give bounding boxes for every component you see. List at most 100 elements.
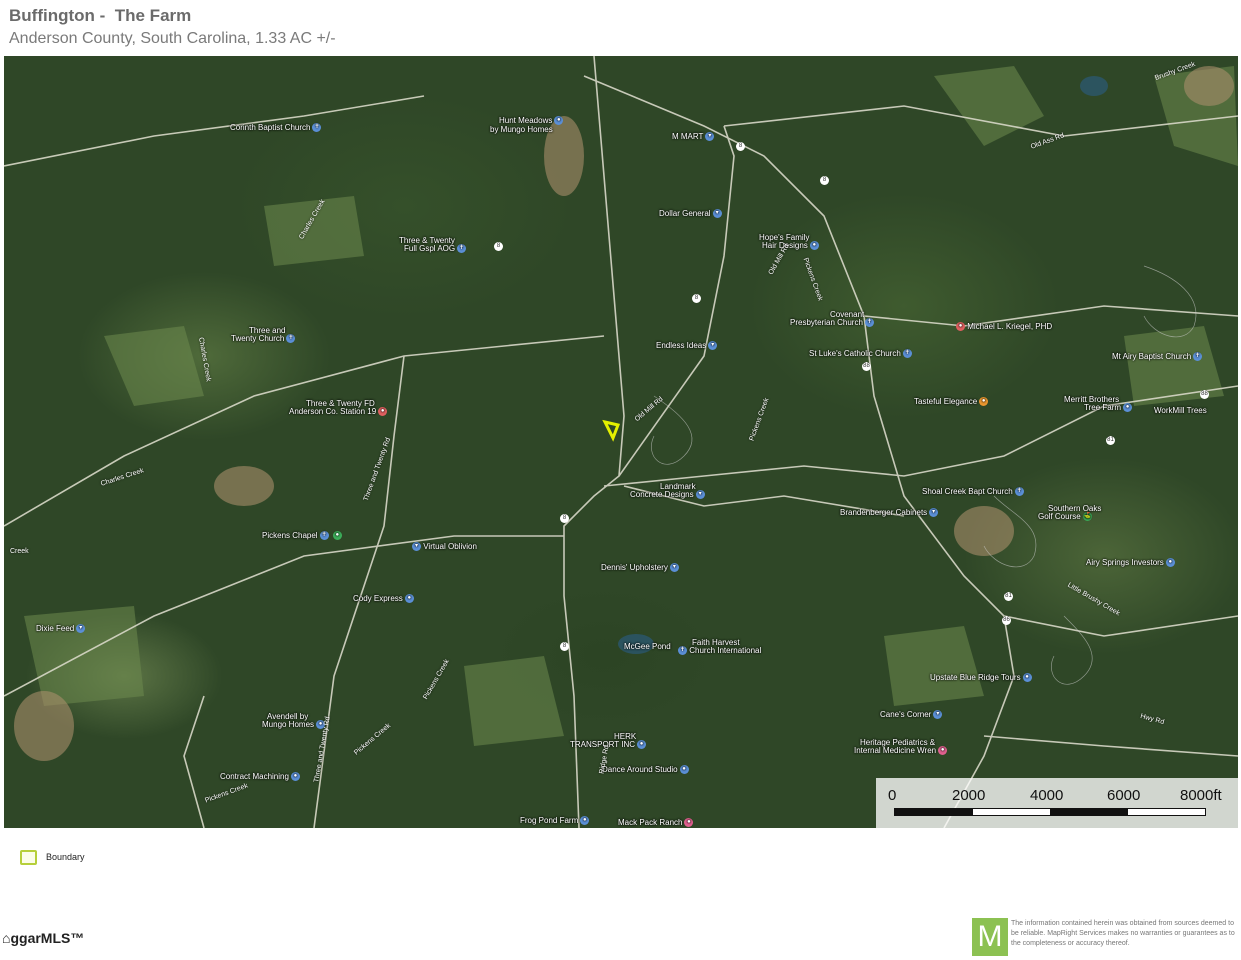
road — [1003, 615, 1238, 637]
poi-airy-springs[interactable]: Airy Springs Investors ● — [1086, 558, 1175, 568]
mls-logo-text: ggarMLS™ — [10, 930, 85, 946]
food-icon: ● — [979, 397, 989, 407]
poi-workmill-trees[interactable]: WorkMill Trees — [1154, 406, 1207, 415]
field-patch — [24, 606, 144, 706]
field-patch — [1124, 326, 1224, 406]
poi-label: Michael L. Kriegel, PHD — [967, 322, 1053, 331]
poi-label: Golf Course — [1038, 512, 1081, 521]
poi-label: Tasteful Elegance — [914, 397, 978, 406]
poi-mack-pack-ranch[interactable]: Mack Pack Ranch ● — [618, 818, 694, 828]
poi-label: St Luke's Catholic Church — [809, 349, 901, 358]
church-icon: ✝ — [1014, 487, 1024, 497]
boundary-swatch-icon — [20, 850, 37, 865]
field-patch — [264, 196, 364, 266]
aerial-map[interactable]: Corinth Baptist Church ✝ Hunt Meadows ● by… — [4, 56, 1238, 828]
poi-cody-express[interactable]: Cody Express ● — [353, 594, 414, 604]
poi-st-lukes[interactable]: St Luke's Catholic Church ✝ — [809, 349, 912, 359]
mapright-logo: M — [972, 918, 1008, 956]
poi-label: Frog Pond Farm — [520, 816, 579, 825]
poi-hunt-meadows-line2: by Mungo Homes — [490, 125, 553, 134]
poi-label: Contract Machining — [220, 772, 289, 781]
medical-pin-icon: ● — [938, 746, 948, 756]
location-pin-icon: ● — [1022, 673, 1032, 683]
route-shield: 88 — [862, 362, 871, 371]
poi-canes-corner[interactable]: Cane's Corner ▾ — [880, 710, 943, 720]
church-icon: ✝ — [312, 123, 322, 133]
poi-label: M MART — [672, 132, 704, 141]
cleared-area — [14, 691, 74, 761]
location-pin-icon: ● — [684, 818, 694, 828]
poi-contract-machining[interactable]: Contract Machining ● — [220, 772, 300, 782]
poi-mcgee-pond: McGee Pond — [624, 642, 671, 651]
poi-fire-station-19[interactable]: Anderson Co. Station 19 ● — [289, 407, 388, 417]
poi-label: Internal Medicine Wren — [854, 746, 937, 755]
poi-corinth-baptist-church[interactable]: Corinth Baptist Church ✝ — [230, 123, 322, 133]
scale-tick-label: 4000 — [1030, 787, 1064, 804]
poi-heritage-pediatrics[interactable]: Internal Medicine Wren ● — [854, 746, 948, 756]
disclaimer-text: The information contained herein was obt… — [1011, 920, 1235, 947]
road — [618, 125, 735, 477]
scale-tick-label: 2000 — [952, 787, 986, 804]
poi-endless-ideas[interactable]: Endless Ideas ▾ — [656, 341, 718, 351]
poi-label: by Mungo Homes — [490, 125, 553, 134]
poi-dollar-general[interactable]: Dollar General ▾ — [659, 209, 722, 219]
poi-dennis-upholstery[interactable]: Dennis' Upholstery ▾ — [601, 563, 679, 573]
location-pin-icon: ● — [580, 816, 590, 826]
poi-michael-kriegel[interactable]: ● Michael L. Kriegel, PHD — [954, 322, 1053, 332]
cleared-area — [1184, 66, 1234, 106]
poi-three-and-twenty-church[interactable]: Twenty Church ✝ — [231, 334, 296, 344]
map-subtitle: Anderson County, South Carolina, 1.33 AC… — [9, 30, 336, 47]
poi-mt-airy-baptist[interactable]: Mt Airy Baptist Church ✝ — [1112, 352, 1203, 362]
route-shield: 81 — [1004, 592, 1013, 601]
mls-logo: ⌂ggarMLS™ — [2, 930, 84, 946]
road — [4, 335, 605, 527]
field-patch — [934, 66, 1044, 146]
poi-merritt-tree-farm[interactable]: Tree Farm ● — [1084, 403, 1133, 413]
pond — [1080, 76, 1108, 96]
poi-label: Pickens Chapel — [262, 531, 318, 540]
poi-dance-around-studio[interactable]: Dance Around Studio ● — [602, 765, 689, 775]
poi-label: Mungo Homes — [262, 720, 315, 729]
poi-label: Presbyterian Church — [790, 318, 863, 327]
poi-landmark-concrete[interactable]: Concrete Designs ▾ — [630, 490, 705, 500]
poi-label: Anderson Co. Station 19 — [289, 407, 377, 416]
shopping-icon: ▾ — [412, 542, 421, 552]
legend-label: Boundary — [46, 851, 85, 862]
poi-dixie-feed[interactable]: Dixie Feed ▾ — [36, 624, 86, 634]
map-features-layer — [4, 56, 1238, 828]
poi-avendell-mungo[interactable]: Mungo Homes ● — [262, 720, 326, 730]
shopping-icon: ▾ — [705, 132, 715, 142]
poi-hunt-meadows[interactable]: Hunt Meadows ● — [499, 116, 564, 126]
poi-label: Brandenberger Cabinets — [840, 508, 928, 517]
poi-virtual-oblivion[interactable]: ▾ Virtual Oblivion — [410, 542, 477, 552]
map-title: Buffington - The Farm — [9, 6, 192, 25]
poi-faith-harvest[interactable]: ✝ Church International — [676, 646, 761, 656]
location-pin-icon: ● — [404, 594, 414, 604]
scale-tick-label: 8000ft — [1180, 787, 1222, 804]
route-shield: 8 — [820, 176, 829, 185]
shopping-icon: ▾ — [76, 624, 86, 634]
poi-pickens-chapel[interactable]: Pickens Chapel ✝ ● — [262, 531, 342, 541]
poi-covenant-presbyterian[interactable]: Presbyterian Church ✝ — [790, 318, 874, 328]
poi-southern-oaks-golf[interactable]: Golf Course ⛳ — [1038, 512, 1092, 522]
location-pin-icon: ● — [1165, 558, 1175, 568]
route-shield: 86 — [1002, 616, 1011, 625]
poi-frog-pond-farm[interactable]: Frog Pond Farm ● — [520, 816, 590, 826]
shopping-icon: ▾ — [708, 341, 718, 351]
poi-label: Twenty Church — [231, 334, 285, 343]
poi-label: Dennis' Upholstery — [601, 563, 668, 572]
poi-label: Dance Around Studio — [602, 765, 678, 774]
poi-upstate-blue-ridge[interactable]: Upstate Blue Ridge Tours ● — [930, 673, 1032, 683]
location-pin-icon: ● — [1123, 403, 1133, 413]
poi-tasteful-elegance[interactable]: Tasteful Elegance ● — [914, 397, 989, 407]
church-icon: ✝ — [1193, 352, 1203, 362]
park-icon: ● — [332, 531, 342, 541]
scale-line — [894, 808, 1206, 816]
road — [583, 75, 1015, 828]
poi-label: WorkMill Trees — [1154, 406, 1207, 415]
poi-shoal-creek-church[interactable]: Shoal Creek Bapt Church ✝ — [922, 487, 1024, 497]
poi-three-twenty-aog[interactable]: Full Gspl AOG ✝ — [404, 244, 467, 254]
poi-brandenberger[interactable]: Brandenberger Cabinets ▾ — [840, 508, 939, 518]
church-icon: ✝ — [678, 646, 687, 656]
poi-m-mart[interactable]: M MART ▾ — [672, 132, 715, 142]
